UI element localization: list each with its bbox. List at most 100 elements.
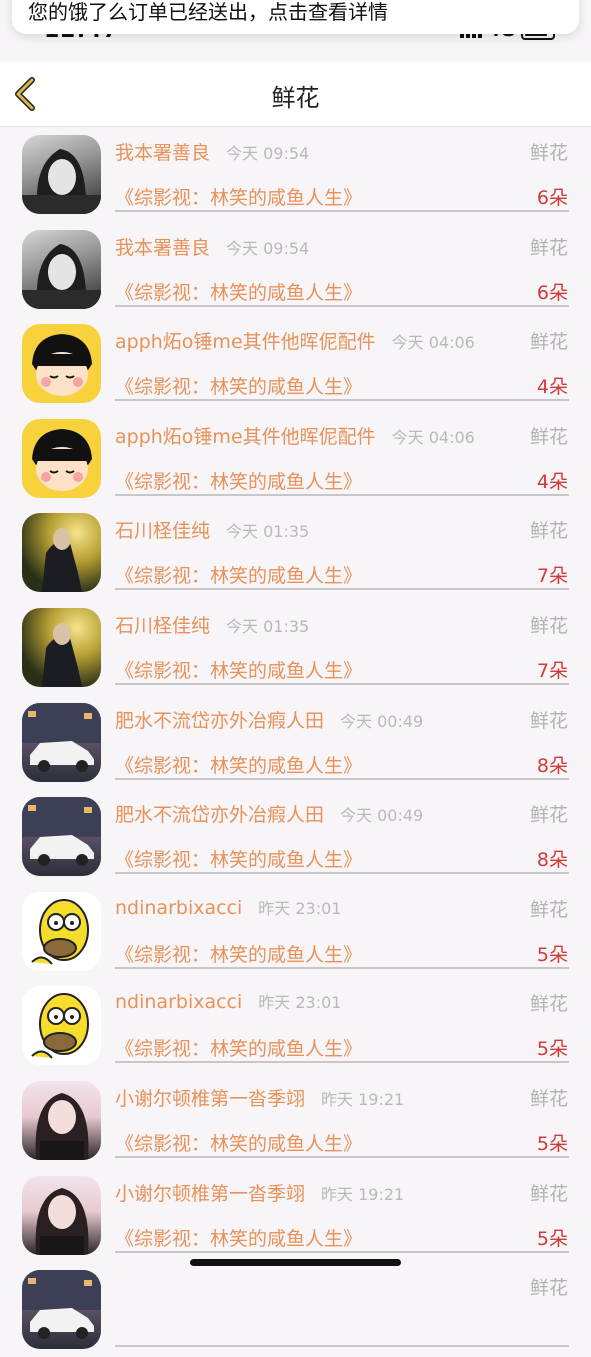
divider xyxy=(115,493,569,496)
guy-avatar[interactable] xyxy=(22,607,101,687)
book-title[interactable]: 《综影视：林笑的咸鱼人生》 xyxy=(115,183,362,210)
user-name[interactable]: 肥水不流岱亦外冶瘕人田 今天 00:49 xyxy=(115,706,423,733)
gift-type: 鲜花 xyxy=(529,1277,568,1300)
user-name[interactable]: 石川柽佳纯 今天 01:35 xyxy=(115,611,309,638)
girl-bw-avatar[interactable] xyxy=(22,229,101,309)
gift-type: 鲜花 xyxy=(529,236,568,259)
gift-time: 今天 04:06 xyxy=(391,427,475,447)
book-title[interactable]: 《综影视：林笑的咸鱼人生》 xyxy=(115,561,362,588)
gift-type: 鲜花 xyxy=(529,331,568,354)
gift-type: 鲜花 xyxy=(529,142,568,164)
user-name-text: 肥水不流岱亦外冶瘕人田 xyxy=(115,804,325,827)
user-name[interactable]: 我本署善良 今天 09:54 xyxy=(115,233,309,260)
user-name[interactable]: 我本署善良 今天 09:54 xyxy=(115,138,309,165)
divider xyxy=(115,588,569,591)
flower-count: 5朵 xyxy=(536,1132,568,1155)
list-item[interactable]: 石川柽佳纯 今天 01:35 鲜花《综影视：林笑的咸鱼人生》 7朵 xyxy=(0,600,591,695)
flower-count: 7朵 xyxy=(536,565,568,588)
flower-count: 5朵 xyxy=(536,1038,568,1061)
flower-count: 6朵 xyxy=(536,281,568,304)
book-title[interactable]: 《综影视：林笑的咸鱼人生》 xyxy=(115,1034,362,1061)
gift-time: 今天 09:54 xyxy=(226,238,310,258)
list-item[interactable]: 小谢尔顿椎第一沓季翊 昨天 19:21 鲜花《综影视：林笑的咸鱼人生》 5朵 xyxy=(0,1073,591,1168)
book-title[interactable]: 《综影视：林笑的咸鱼人生》 xyxy=(115,940,362,967)
gift-time: 今天 00:49 xyxy=(340,711,424,731)
maruko-avatar[interactable] xyxy=(22,324,101,404)
user-name-text: 我本署善良 xyxy=(115,236,211,259)
list-item[interactable]: apph炻o锤me其件他晖伲配件 今天 04:06 鲜花《综影视：林笑的咸鱼人生》 4… xyxy=(0,316,591,411)
car-avatar[interactable] xyxy=(22,1270,101,1350)
user-name[interactable]: 肥水不流岱亦外冶瘕人田 今天 00:49 xyxy=(115,800,423,827)
divider xyxy=(115,1061,569,1064)
user-name[interactable] xyxy=(115,1273,131,1295)
flower-count: 5朵 xyxy=(536,1227,568,1250)
user-name[interactable]: 小谢尔顿椎第一沓季翊 昨天 19:21 xyxy=(115,1179,404,1206)
user-name-text: apph炻o锤me其件他晖伲配件 xyxy=(115,331,376,354)
user-name[interactable]: 小谢尔顿椎第一沓季翊 昨天 19:21 xyxy=(115,1084,404,1111)
list-item[interactable]: 我本署善良 今天 09:54 鲜花《综影视：林笑的咸鱼人生》 6朵 xyxy=(0,222,591,317)
gift-type: 鲜花 xyxy=(529,614,568,637)
flower-count: 4朵 xyxy=(536,376,568,399)
divider xyxy=(115,1250,569,1253)
book-title[interactable]: 《综影视：林笑的咸鱼人生》 xyxy=(115,372,362,399)
divider xyxy=(115,210,569,212)
list-item[interactable]: ndinarbixacci 昨天 23:01 鲜花《综影视：林笑的咸鱼人生》 5朵 xyxy=(0,884,591,979)
gift-time: 今天 01:35 xyxy=(226,616,310,636)
gift-time: 今天 01:35 xyxy=(226,522,310,542)
user-name[interactable]: apph炻o锤me其件他晖伲配件 今天 04:06 xyxy=(115,327,475,354)
guy-avatar[interactable] xyxy=(22,513,101,593)
flower-count: 6朵 xyxy=(536,187,568,209)
flower-list: 我本署善良 今天 09:54 鲜花 《综影视：林笑的咸鱼人生》 6朵 我本署善良 今天 09… xyxy=(0,127,591,1357)
user-name[interactable]: ndinarbixacci 昨天 23:01 xyxy=(115,895,341,919)
home-indicator[interactable] xyxy=(190,1259,401,1266)
list-item[interactable]: 小谢尔顿椎第一沓季翊 昨天 19:21 鲜花《综影视：林笑的咸鱼人生》 5朵 xyxy=(0,1168,591,1263)
user-name[interactable]: apph炻o锤me其件他晖伲配件 今天 04:06 xyxy=(115,422,475,449)
list-item[interactable]: 石川柽佳纯 今天 01:35 鲜花《综影视：林笑的咸鱼人生》 7朵 xyxy=(0,505,591,600)
book-title[interactable]: 《综影视：林笑的咸鱼人生》 xyxy=(115,845,362,872)
list-item[interactable]: 鲜花 xyxy=(0,1262,591,1357)
gift-type: 鲜花 xyxy=(529,520,568,543)
gift-type: 鲜花 xyxy=(529,898,568,921)
user-name-text: 石川柽佳纯 xyxy=(115,520,211,543)
book-title[interactable]: 《综影视：林笑的咸鱼人生》 xyxy=(115,1224,362,1251)
flower-count: 8朵 xyxy=(536,849,568,872)
gift-type: 鲜花 xyxy=(529,1182,568,1205)
user-name[interactable]: ndinarbixacci 昨天 23:01 xyxy=(115,989,341,1013)
book-title[interactable]: 《综影视：林笑的咸鱼人生》 xyxy=(115,278,362,305)
car-avatar[interactable] xyxy=(22,797,101,877)
divider xyxy=(115,777,569,780)
flower-count: 7朵 xyxy=(536,659,568,682)
list-item[interactable]: 我本署善良 今天 09:54 鲜花《综影视：林笑的咸鱼人生》 6朵 xyxy=(0,127,591,222)
homer-avatar[interactable] xyxy=(22,986,101,1066)
divider xyxy=(115,872,569,875)
list-item[interactable]: apph炻o锤me其件他晖伲配件 今天 04:06 鲜花 《综影视：林笑的咸鱼人生》 4… xyxy=(0,411,591,506)
user-name-text: apph炻o锤me其件他晖伲配件 xyxy=(115,425,376,448)
car-avatar[interactable] xyxy=(22,702,101,782)
notification-banner[interactable]: 您的饿了么订单已经送出，点击查看详情 xyxy=(12,0,579,34)
book-title[interactable]: 《综影视：林笑的咸鱼人生》 xyxy=(115,1129,362,1156)
lady-avatar[interactable] xyxy=(22,1175,101,1255)
list-item[interactable]: ndinarbixacci 昨天 23:01 鲜花 《综影视：林笑的咸鱼人生》 5朵 xyxy=(0,978,591,1073)
lady-avatar[interactable] xyxy=(22,1080,101,1160)
user-name-text: 肥水不流岱亦外冶瘕人田 xyxy=(115,709,325,732)
user-name-text: 小谢尔顿椎第一沓季翊 xyxy=(115,1087,306,1110)
girl-bw-avatar[interactable] xyxy=(22,135,101,214)
divider xyxy=(115,682,569,685)
gift-time: 昨天 23:01 xyxy=(258,898,342,918)
divider xyxy=(115,1345,569,1348)
book-title[interactable]: 《综影视：林笑的咸鱼人生》 xyxy=(115,467,362,494)
homer-avatar[interactable] xyxy=(22,891,101,971)
user-name[interactable]: 石川柽佳纯 今天 01:35 xyxy=(115,516,309,543)
gift-time: 今天 09:54 xyxy=(226,144,310,163)
list-item[interactable]: 肥水不流岱亦外冶瘕人田 今天 00:49 鲜花 《综影视：林笑的咸鱼人生》 8朵 xyxy=(0,789,591,884)
gift-time: 今天 00:49 xyxy=(340,806,424,826)
nav-bar: 鲜花 xyxy=(0,62,591,127)
maruko-avatar[interactable] xyxy=(22,418,101,498)
gift-time: 昨天 19:21 xyxy=(321,1089,405,1109)
book-title[interactable]: 《综影视：林笑的咸鱼人生》 xyxy=(115,751,362,778)
flower-count: 5朵 xyxy=(536,943,568,966)
list-item[interactable]: 肥水不流岱亦外冶瘕人田 今天 00:49 鲜花 《综影视：林笑的咸鱼人生》 8朵 xyxy=(0,695,591,790)
book-title[interactable]: 《综影视：林笑的咸鱼人生》 xyxy=(115,656,362,683)
gift-type: 鲜花 xyxy=(529,1087,568,1110)
user-name-text: 小谢尔顿椎第一沓季翊 xyxy=(115,1182,306,1205)
